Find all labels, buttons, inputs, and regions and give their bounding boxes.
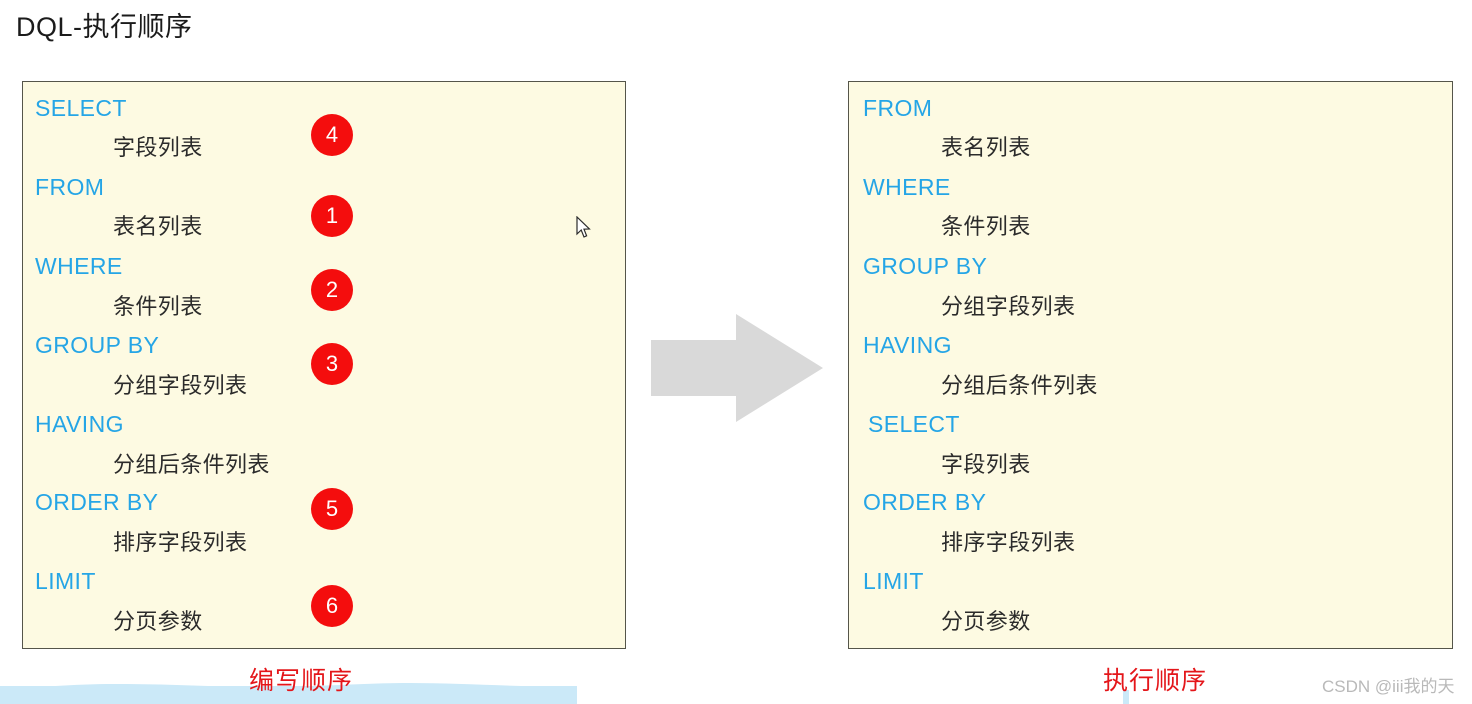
order-badge-3: 3 xyxy=(311,343,353,385)
clause-argument: 分页参数 xyxy=(941,609,1031,634)
csdn-watermark: CSDN @iii我的天 xyxy=(1322,677,1455,696)
execution-order-panel: FROM 表名列表 WHERE 条件列表 GROUP BY 分组字段列表 HAV… xyxy=(848,81,1453,649)
clause-argument: 字段列表 xyxy=(941,452,1031,477)
clause-keyword: SELECT xyxy=(868,411,960,437)
clause-keyword: WHERE xyxy=(863,174,951,200)
right-arrow-icon xyxy=(651,314,823,422)
clause-argument: 字段列表 xyxy=(113,135,203,160)
clause-keyword: GROUP BY xyxy=(35,332,160,358)
clause-argument: 排序字段列表 xyxy=(941,530,1076,555)
clause-keyword: HAVING xyxy=(863,332,952,358)
clause-argument: 分页参数 xyxy=(113,609,203,634)
clause-argument: 分组后条件列表 xyxy=(941,373,1098,398)
order-badge-1: 1 xyxy=(311,195,353,237)
clause-argument: 分组字段列表 xyxy=(941,294,1076,319)
order-badge-5: 5 xyxy=(311,488,353,530)
clause-keyword: FROM xyxy=(863,95,933,121)
order-badge-2: 2 xyxy=(311,269,353,311)
execution-order-caption: 执行顺序 xyxy=(1103,667,1208,695)
clause-argument: 分组字段列表 xyxy=(113,373,248,398)
clause-argument: 条件列表 xyxy=(941,214,1031,239)
clause-keyword: HAVING xyxy=(35,411,124,437)
clause-argument: 条件列表 xyxy=(113,294,203,319)
writing-order-caption: 编写顺序 xyxy=(249,667,354,695)
clause-keyword: ORDER BY xyxy=(863,489,987,515)
clause-keyword: SELECT xyxy=(35,95,127,121)
clause-keyword: LIMIT xyxy=(863,568,924,594)
order-badge-4: 4 xyxy=(311,114,353,156)
clause-keyword: GROUP BY xyxy=(863,253,988,279)
clause-argument: 分组后条件列表 xyxy=(113,452,270,477)
clause-keyword: LIMIT xyxy=(35,568,96,594)
clause-argument: 表名列表 xyxy=(113,214,203,239)
writing-order-panel: SELECT 字段列表 4 FROM 表名列表 1 WHERE 条件列表 2 G… xyxy=(22,81,626,649)
clause-keyword: WHERE xyxy=(35,253,123,279)
page-title: DQL-执行顺序 xyxy=(16,12,193,42)
mouse-pointer-icon xyxy=(576,216,591,238)
clause-keyword: ORDER BY xyxy=(35,489,159,515)
clause-argument: 表名列表 xyxy=(941,135,1031,160)
clause-keyword: FROM xyxy=(35,174,105,200)
clause-argument: 排序字段列表 xyxy=(113,530,248,555)
order-badge-6: 6 xyxy=(311,585,353,627)
